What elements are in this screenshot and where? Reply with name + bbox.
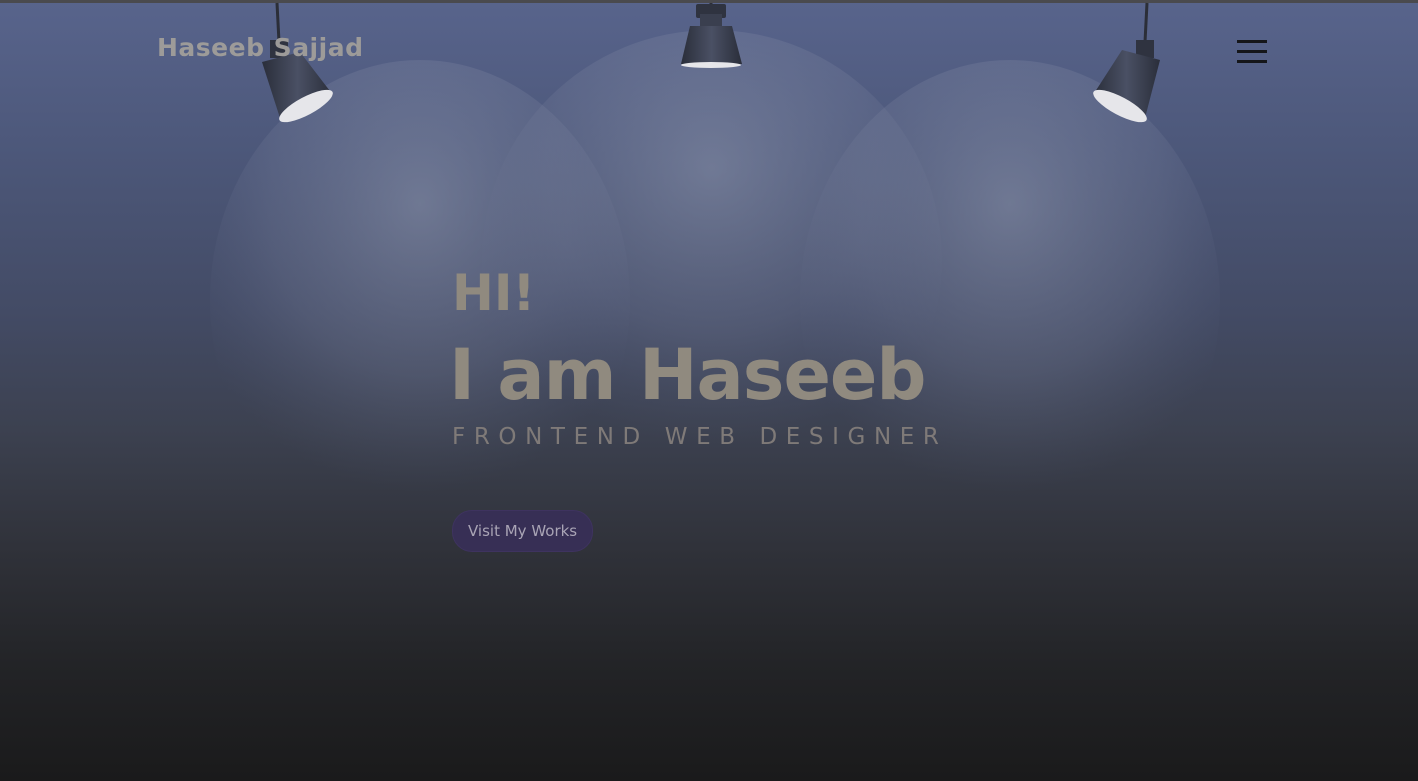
site-logo[interactable]: Haseeb Sajjad: [157, 33, 363, 62]
hamburger-menu-icon[interactable]: [1237, 40, 1267, 63]
menu-bar: [1237, 50, 1267, 53]
visit-works-button[interactable]: Visit My Works: [452, 510, 594, 552]
hero-section: HI! I am Haseeb FRONTEND WEB DESIGNER Vi…: [449, 262, 948, 552]
menu-bar: [1237, 60, 1267, 63]
spotlight-lamp-icon: [681, 3, 742, 68]
hero-role: FRONTEND WEB DESIGNER: [452, 424, 948, 450]
hero-headline: I am Haseeb: [449, 334, 927, 416]
hero-greeting: HI!: [452, 264, 536, 322]
menu-bar: [1237, 40, 1267, 43]
